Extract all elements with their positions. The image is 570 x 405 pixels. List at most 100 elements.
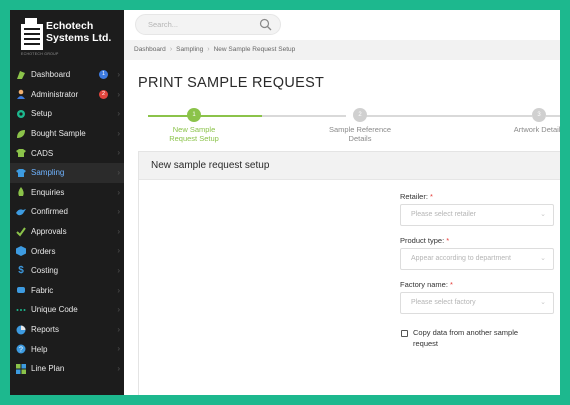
brand-name-line1: Echotech: [46, 20, 94, 32]
sidebar-item-confirmed[interactable]: Confirmed ›: [10, 202, 124, 222]
copy-data-checkbox[interactable]: [401, 330, 408, 337]
puzzle-icon: [16, 363, 26, 374]
product-type-label: Product type: *: [400, 236, 449, 245]
breadcrumb-item-current: New Sample Request Setup: [213, 46, 296, 53]
search-icon[interactable]: [259, 18, 272, 31]
product-type-placeholder: Appear according to department: [411, 255, 512, 262]
sidebar-item-orders[interactable]: Orders ›: [10, 241, 124, 261]
sidebar-item-line-plan[interactable]: Line Plan ›: [10, 359, 124, 379]
chevron-right-icon: ›: [117, 363, 120, 373]
sidebar-item-label: Setup: [31, 109, 52, 119]
chevron-right-icon: ›: [117, 226, 120, 236]
sidebar-item-label: Line Plan: [31, 364, 65, 374]
copy-data-label[interactable]: Copy data from another sample request: [413, 328, 543, 349]
sidebar-item-fabric[interactable]: Fabric ›: [10, 281, 124, 301]
sidebar-item-unique-code[interactable]: Unique Code ›: [10, 300, 124, 320]
sidebar-item-cads[interactable]: CADS ›: [10, 143, 124, 163]
cube-icon: [16, 246, 26, 257]
dots-icon: [16, 305, 26, 315]
sidebar-item-help[interactable]: ? Help ›: [10, 339, 124, 359]
brand-name-line2: Systems Ltd.: [46, 32, 112, 44]
sidebar-item-label: Enquiries: [31, 187, 65, 197]
step-2-label[interactable]: Sample Reference Details: [320, 125, 400, 143]
bird-icon: [16, 207, 26, 217]
step-connector: [262, 115, 346, 117]
product-type-select[interactable]: Appear according to department ⌄: [400, 248, 554, 270]
step-3-label[interactable]: Artwork Details: [499, 125, 560, 134]
required-marker: *: [446, 236, 450, 245]
retailer-select[interactable]: Please select retailer ⌄: [400, 204, 554, 226]
sidebar-item-label: CADS: [31, 148, 54, 158]
retailer-placeholder: Please select retailer: [411, 211, 476, 218]
sidebar-item-approvals[interactable]: Approvals ›: [10, 222, 124, 242]
main-area: Search... Dashboard › Sampling › New Sam…: [124, 10, 560, 395]
step-1-indicator[interactable]: 1: [187, 108, 201, 122]
product-type-label-text: Product type:: [400, 236, 445, 245]
retailer-label: Retailer: *: [400, 192, 433, 201]
sidebar-item-administrator[interactable]: Administrator 2 ›: [10, 85, 124, 105]
notification-badge: 1: [99, 70, 108, 79]
chevron-right-icon: ›: [117, 187, 120, 197]
step-connector: [194, 115, 262, 117]
step-2-indicator[interactable]: 2: [353, 108, 367, 122]
app-window: Echotech Systems Ltd. ECHOTECH GROUP Das…: [10, 10, 560, 395]
step-1-label-line2: Request Setup: [169, 134, 219, 143]
sidebar-item-costing[interactable]: $ Costing ›: [10, 261, 124, 281]
sidebar-item-label: Approvals: [31, 227, 67, 237]
step-3-label-line1: Artwork Details: [513, 125, 560, 134]
sidebar-item-label: Dashboard: [31, 70, 71, 80]
user-icon: [16, 89, 26, 100]
sidebar-item-label: Confirmed: [31, 207, 68, 217]
sidebar-item-label: Costing: [31, 266, 59, 276]
chevron-right-icon: ›: [117, 285, 120, 295]
breadcrumb: Dashboard › Sampling › New Sample Reques…: [134, 46, 295, 53]
search-input[interactable]: Search...: [135, 14, 281, 35]
search-placeholder: Search...: [148, 20, 179, 29]
step-1-label-line1: New Sample: [172, 125, 216, 134]
step-3-indicator[interactable]: 3: [532, 108, 546, 122]
factory-name-placeholder: Please select factory: [411, 299, 476, 306]
step-connector: [546, 115, 560, 117]
sidebar-item-label: Fabric: [31, 285, 54, 295]
retailer-label-text: Retailer:: [400, 192, 428, 201]
form-heading: New sample request setup: [139, 152, 560, 180]
brand-name: Echotech Systems Ltd.: [46, 20, 111, 44]
chevron-right-icon: ›: [207, 46, 210, 53]
sidebar-item-sampling[interactable]: Sampling ›: [10, 162, 124, 183]
breadcrumb-item[interactable]: Sampling: [176, 46, 203, 53]
pie-chart-icon: [16, 325, 26, 335]
factory-name-label-text: Factory name:: [400, 280, 448, 289]
sidebar-item-label: Reports: [31, 325, 60, 335]
sidebar-item-setup[interactable]: Setup ›: [10, 104, 124, 124]
factory-name-label: Factory name: *: [400, 280, 453, 289]
required-marker: *: [430, 192, 433, 201]
dollar-icon: $: [18, 265, 24, 277]
setup-form-card: New sample request setup: [138, 151, 560, 395]
sidebar-item-dashboard[interactable]: Dashboard 1 ›: [10, 65, 124, 85]
chevron-right-icon: ›: [117, 70, 120, 79]
dashboard-icon: [16, 70, 26, 80]
sidebar-item-reports[interactable]: Reports ›: [10, 320, 124, 340]
sidebar-item-label: Bought Sample: [31, 129, 86, 139]
sidebar-item-bought-sample[interactable]: Bought Sample ›: [10, 124, 124, 144]
chevron-right-icon: ›: [117, 265, 120, 275]
factory-name-select[interactable]: Please select factory ⌄: [400, 292, 554, 314]
sidebar-item-enquiries[interactable]: Enquiries ›: [10, 183, 124, 203]
chevron-right-icon: ›: [117, 89, 120, 99]
step-1-label[interactable]: New Sample Request Setup: [154, 125, 234, 143]
notification-badge: 2: [99, 89, 108, 99]
svg-text:?: ?: [19, 347, 23, 354]
brand-logo[interactable]: Echotech Systems Ltd. ECHOTECH GROUP: [21, 18, 116, 56]
fabric-icon: [16, 285, 26, 295]
progress-stepper: 1 New Sample Request Setup 2 Sample Refe…: [124, 108, 560, 148]
leaf-icon: [16, 129, 26, 139]
chevron-right-icon: ›: [169, 46, 173, 53]
breadcrumb-item[interactable]: Dashboard: [134, 46, 166, 53]
sidebar-item-label: Help: [31, 344, 48, 354]
chevron-right-icon: ›: [117, 324, 120, 334]
help-icon: ?: [16, 344, 26, 354]
chevron-right-icon: ›: [117, 344, 120, 354]
gear-icon: [16, 109, 26, 119]
shirt-icon: [16, 168, 26, 178]
sidebar-item-label: Administrator: [31, 89, 79, 99]
